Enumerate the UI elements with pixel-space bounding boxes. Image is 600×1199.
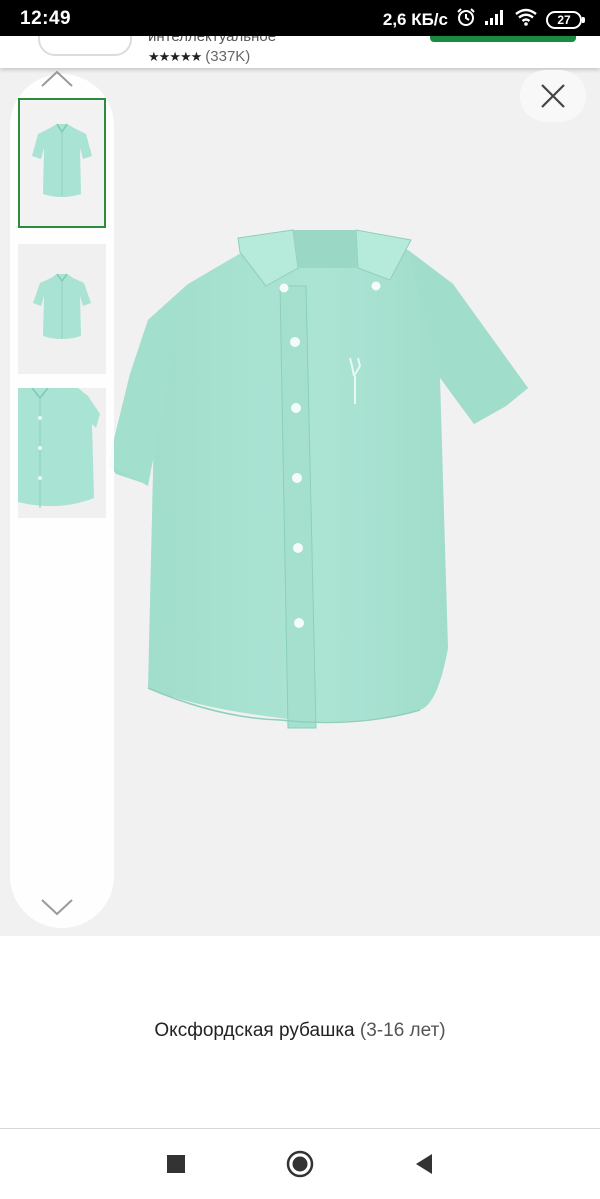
product-image-shirt xyxy=(108,229,528,729)
battery-icon: 27 xyxy=(546,10,585,29)
chevron-up-icon[interactable] xyxy=(40,68,74,92)
thumbnail-1[interactable] xyxy=(18,98,106,228)
close-button[interactable] xyxy=(520,70,586,122)
app-header: интеллектуальное ★★★★★ (337K) xyxy=(0,36,600,68)
product-title: Оксфордская рубашка (3-16 лет) xyxy=(0,1020,600,1042)
close-icon xyxy=(541,84,565,108)
app-rating: ★★★★★ (337K) xyxy=(148,48,250,65)
image-gallery xyxy=(0,68,600,936)
system-nav-bar xyxy=(0,1129,600,1199)
wifi-icon xyxy=(514,8,538,31)
rating-count: (337K) xyxy=(205,48,251,65)
status-time: 12:49 xyxy=(20,8,72,29)
network-speed: 2,6 КБ/с xyxy=(382,9,448,29)
product-name: Оксфордская рубашка xyxy=(154,1020,355,1041)
alarm-icon xyxy=(456,7,476,32)
install-button[interactable] xyxy=(430,36,576,42)
rating-stars: ★★★★★ xyxy=(148,48,202,64)
recents-icon[interactable] xyxy=(156,1149,196,1179)
app-name: интеллектуальное xyxy=(148,36,277,45)
signal-icon xyxy=(484,8,506,31)
status-bar: 12:49 2,6 КБ/с 27 xyxy=(0,0,600,36)
product-age-range: (3-16 лет) xyxy=(359,1020,446,1041)
back-icon[interactable] xyxy=(404,1149,444,1179)
thumbnail-3[interactable] xyxy=(18,388,106,518)
thumbnail-2[interactable] xyxy=(18,244,106,374)
chevron-down-icon[interactable] xyxy=(40,894,74,918)
status-indicators: 2,6 КБ/с 27 xyxy=(382,7,585,32)
home-icon[interactable] xyxy=(280,1149,320,1179)
back-pill-button[interactable] xyxy=(38,36,132,56)
